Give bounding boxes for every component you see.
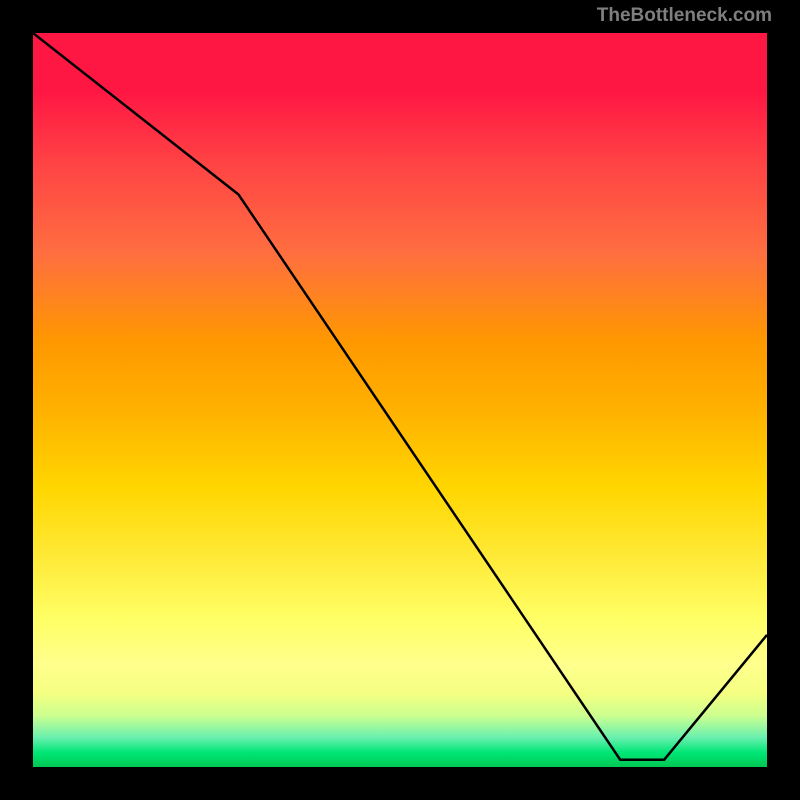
chart-container: TheBottleneck.com	[0, 0, 800, 800]
chart-line-path	[33, 33, 767, 760]
attribution-text: TheBottleneck.com	[597, 5, 772, 27]
chart-line-svg	[33, 33, 767, 767]
plot-area	[30, 30, 770, 770]
